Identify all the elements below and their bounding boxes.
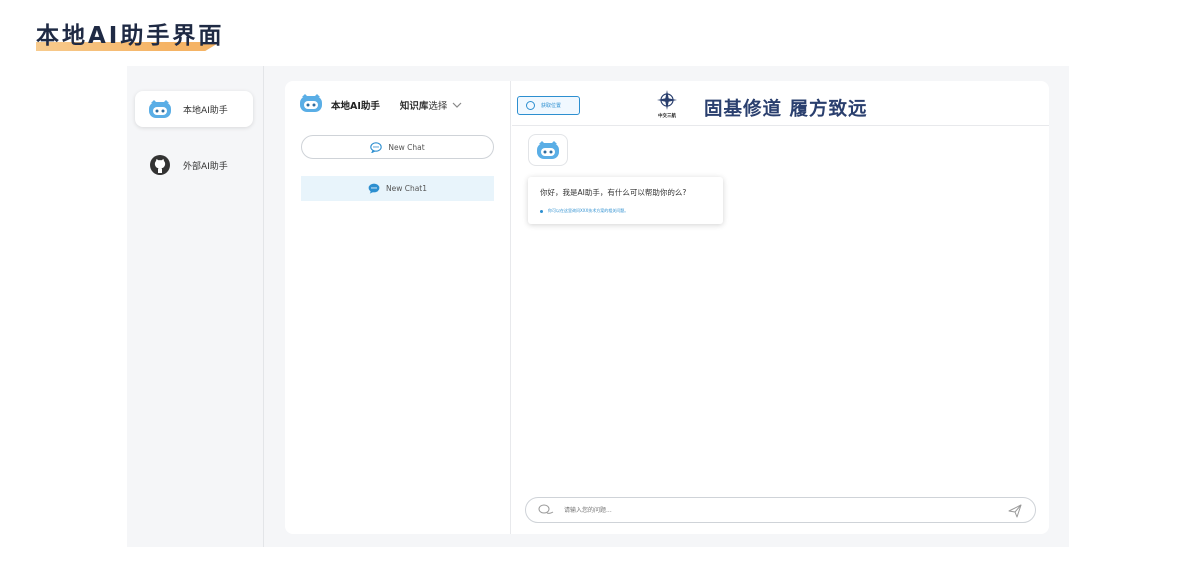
location-button[interactable]: 获取位置 <box>517 96 580 115</box>
chat-icon <box>538 501 554 520</box>
app-window: 本地AI助手 外部AI助手 本地AI助手 知识库 选择 New Chat New… <box>127 66 1069 547</box>
bot-icon <box>147 98 173 120</box>
bot-icon <box>537 141 559 159</box>
chat-header: 获取位置 中交三航 固基修道 履方致远 <box>512 81 1049 126</box>
knowledge-base-select[interactable]: 知识库 选择 <box>400 98 464 112</box>
sidebar-item-label: 本地AI助手 <box>183 105 228 116</box>
new-chat-button[interactable]: New Chat <box>301 135 494 159</box>
suggestion-link[interactable]: 你可以在这里询问XXX技术方案的相关问题。 <box>540 208 711 214</box>
slogan: 固基修道 履方致远 <box>704 99 868 120</box>
chat-main: 获取位置 中交三航 固基修道 履方致远 你好，我是AI助手，有什么可以帮助你的么… <box>512 81 1049 534</box>
company-logo: 中交三航 <box>652 89 682 119</box>
sidebar-item-label: 外部AI助手 <box>183 161 228 172</box>
message-input[interactable] <box>562 505 982 515</box>
kb-label-bold: 知识库 <box>399 101 429 112</box>
chat-item-label: New Chat1 <box>385 184 428 193</box>
logo-text: 中交三航 <box>658 114 676 119</box>
page-title: 本地AI助手界面 <box>36 23 225 49</box>
chat-bubble-icon <box>370 141 383 153</box>
main-panel: 本地AI助手 知识库 选择 New Chat New Chat1 获取位置 中交… <box>285 81 1049 534</box>
assistant-name: 本地AI助手 <box>331 101 380 112</box>
avatar <box>528 134 568 166</box>
sidebar-item-local-ai[interactable]: 本地AI助手 <box>135 91 253 127</box>
chat-list-header: 本地AI助手 知识库 选择 <box>299 93 499 117</box>
message-input-bar <box>525 497 1036 523</box>
bot-icon <box>299 93 323 117</box>
greeting-text: 你好，我是AI助手，有什么可以帮助你的么? <box>540 188 687 197</box>
location-button-label: 获取位置 <box>541 103 562 109</box>
send-icon[interactable] <box>1007 503 1023 519</box>
chat-list-item[interactable]: New Chat1 <box>301 176 494 201</box>
sidebar-item-external-ai[interactable]: 外部AI助手 <box>135 147 253 183</box>
assistant-message: 你好，我是AI助手，有什么可以帮助你的么? 你可以在这里询问XXX技术方案的相关… <box>528 177 723 224</box>
clock-icon <box>526 101 535 110</box>
new-chat-label: New Chat <box>388 142 425 152</box>
chevron-down-icon <box>452 102 462 108</box>
kb-label-rest: 选择 <box>428 101 448 112</box>
sidebar: 本地AI助手 外部AI助手 <box>127 66 264 547</box>
github-icon <box>147 154 173 176</box>
chat-list-pane: 本地AI助手 知识库 选择 New Chat New Chat1 <box>285 81 511 534</box>
chat-bubble-filled-icon <box>368 183 380 194</box>
compass-logo-icon <box>657 90 677 110</box>
